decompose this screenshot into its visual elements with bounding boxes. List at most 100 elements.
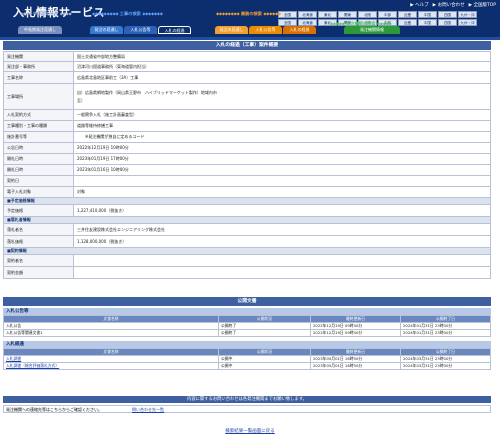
progress-documents-table: 文書名称 公開状況 最終更新日 公開終了日 入札調書 公開中 2023年05月0…	[3, 348, 491, 370]
column-header: 最終更新日	[310, 315, 401, 323]
region-btn[interactable]: 中国	[418, 11, 437, 18]
group-label: ■予定価格情報	[3, 197, 491, 205]
document-updated: 2023年05月01日 16時50分	[310, 355, 401, 363]
document-updated: 2022年12月19日 09時40分	[310, 329, 401, 337]
row-value: 自）広島県網地製作（岡山県玉野市 ハイブリッドマーケット製作）地域内市 至）	[73, 83, 491, 110]
document-end: 2024年03月31日 23時00分	[400, 355, 491, 363]
row-label: 施計番号等	[3, 131, 74, 143]
document-end: 2024年03月31日 23時00分	[400, 362, 491, 370]
table-row: 公告日時 2022年12月19日 10時00分	[3, 142, 491, 154]
table-row: 電子入札対象 対象	[3, 186, 491, 198]
group-header-winner: ■落札者情報	[3, 216, 491, 224]
table-row: 工事名称 広島県北島地区事前工（3A）工事	[3, 71, 491, 84]
table-row: 入札契約方式 一般競争入札（施工計画審査型）	[3, 109, 491, 121]
table-row: 工事場所 自）広島県網地製作（岡山県玉野市 ハイブリッドマーケット製作）地域内市 …	[3, 83, 491, 110]
section-title: 入札の経過（工事）案件概要	[3, 41, 491, 50]
notice-subhead: 入札公告等	[3, 308, 491, 315]
document-end: 2024年01月31日 23時00分	[400, 322, 491, 330]
document-name: 入札公告等関連文書1	[3, 329, 219, 337]
table-row: 入札公告 公開終了 2022年12月19日 09時40分 2024年01月31日…	[3, 322, 491, 330]
row-label: 工事種別・工事の種類	[3, 120, 74, 132]
region-btn[interactable]: 北海道	[298, 11, 317, 18]
column-header: 公開状況	[218, 315, 311, 323]
table-row: 落札者名 三井住友建設株式会社エンジニアリング株式会社	[3, 223, 491, 236]
page: 入札情報サービス ▶ ヘルプ ▶ お問い合わせ ▶ 全国版TOP 全国 北海道 …	[0, 0, 500, 441]
document-updated: 2023年05月01日 16時50分	[310, 362, 401, 370]
contact-list-link[interactable]: 問い合わせ先一覧	[132, 406, 164, 413]
table-header-row: 文書名称 公開状況 最終更新日 公開終了日	[3, 315, 491, 323]
document-link[interactable]: 入札調書（総合評価落札方式）	[6, 363, 59, 368]
tab-construction-notice[interactable]: 入札公告等	[124, 26, 157, 34]
row-value: 三井住友建設株式会社エンジニアリング株式会社	[73, 223, 491, 236]
document-name[interactable]: 入札調書	[3, 355, 219, 363]
region-btn[interactable]: 北陸	[358, 11, 377, 18]
tab-service-progress[interactable]: 入札の経過	[283, 26, 316, 34]
notice-documents-table: 文書名称 公開状況 最終更新日 公開終了日 入札公告 公開終了 2022年12月…	[3, 315, 491, 337]
row-value: 一般競争入札（施工計画審査型）	[73, 109, 491, 121]
row-label: 電子入札対象	[3, 186, 74, 198]
help-link[interactable]: ▶ ヘルプ	[410, 2, 428, 8]
table-row: 入札調書（総合評価落札方式） 公開中 2023年05月01日 16時50分 20…	[3, 362, 491, 370]
column-header: 公開終了日	[400, 348, 491, 356]
header-divider	[0, 37, 500, 40]
row-value: 2023年01月19日 17時00分	[73, 153, 491, 165]
row-value: 2022年12月19日 10時00分	[73, 142, 491, 154]
document-name[interactable]: 入札調書（総合評価落札方式）	[3, 362, 219, 370]
document-end: 2024年01月31日 23時00分	[400, 329, 491, 337]
row-value: 対象	[73, 186, 491, 198]
back-to-results-link[interactable]: 検索結果一覧画面に戻る	[0, 428, 500, 434]
region-btn[interactable]: 関東	[338, 11, 357, 18]
contact-text: 発注機関への連絡先等はこちらからご確認ください。	[6, 407, 102, 412]
document-link[interactable]: 入札調書	[6, 356, 21, 361]
table-row: 発注部・事務所 沼津河川国道事務所（東海道管内担当）	[3, 61, 491, 72]
column-header: 文書名称	[3, 348, 219, 356]
region-btn[interactable]: 北海道	[298, 19, 317, 26]
row-label: 契約者名	[3, 254, 74, 267]
region-btn[interactable]: 四国	[438, 19, 457, 26]
table-row: 予定価格 1,227,410,000（税抜き）	[3, 204, 491, 217]
row-label: 落札者名	[3, 223, 74, 236]
row-label: 公告日時	[3, 142, 74, 154]
region-btn[interactable]: 九州・沖縄	[458, 11, 477, 23]
row-label: 契約金額	[3, 266, 74, 279]
region-btn[interactable]: 中部	[378, 11, 397, 18]
row-label: 予定価格	[3, 204, 74, 217]
case-overview-table: 発注機関 国土交通省中部地方整備局 発注部・事務所 沼津河川国道事務所（東海道管内担…	[3, 51, 491, 279]
progress-subhead: 入札経過	[3, 341, 491, 348]
table-row: 契約金額	[3, 266, 491, 279]
region-btn[interactable]: 四国	[438, 11, 457, 18]
site-header: 入札情報サービス ▶ ヘルプ ▶ お問い合わせ ▶ 全国版TOP 全国 北海道 …	[0, 0, 500, 37]
row-label: 工事名称	[3, 71, 74, 84]
region-btn[interactable]: 全国	[278, 19, 297, 26]
table-row: 施計番号等 ※発注機関が独自に定めるコード	[3, 131, 491, 143]
region-btn[interactable]: 九州・沖縄	[458, 19, 477, 31]
construction-region-row: 全国 北海道 東北 関東 北陸 中部 近畿 中国 四国 九州・沖縄	[278, 11, 477, 23]
group-label: ■契約情報	[3, 247, 491, 255]
tab-construction-progress[interactable]: 入札の経過	[158, 26, 191, 34]
national-top-link[interactable]: ▶ 全国版TOP	[469, 2, 496, 8]
tab-construction-outlook[interactable]: 発注の見通し	[90, 26, 123, 34]
row-label: 開札日時	[3, 164, 74, 176]
document-updated: 2022年12月19日 09時40分	[310, 322, 401, 330]
table-row: 入札公告等関連文書1 公開終了 2022年12月19日 09時40分 2024年…	[3, 329, 491, 337]
column-header: 公開状況	[218, 348, 311, 356]
tab-service-notice[interactable]: 入札公告等	[249, 26, 282, 34]
document-status: 公開中	[218, 355, 311, 363]
column-header: 文書名称	[3, 315, 219, 323]
region-btn[interactable]: 東北	[318, 11, 337, 18]
tab-longterm-outlook[interactable]: 中長期発注見通し	[18, 26, 62, 34]
region-btn[interactable]: 近畿	[398, 11, 417, 18]
contact-title: 内容に関するお問い合わせは各発注機関までお願い致します。	[3, 396, 491, 403]
table-row: 落札価格 1,128,000,000（税抜き）	[3, 235, 491, 248]
tab-agency-info[interactable]: 発注機関情報	[344, 26, 400, 34]
contact-link[interactable]: ▶ お問い合わせ	[433, 2, 465, 8]
group-header-price: ■予定価格情報	[3, 197, 491, 205]
region-btn[interactable]: 近畿	[398, 19, 417, 26]
region-btn[interactable]: 中国	[418, 19, 437, 26]
group-header-contract: ■契約情報	[3, 247, 491, 255]
column-header: 公開終了日	[400, 315, 491, 323]
row-label: 入札契約方式	[3, 109, 74, 121]
group-label: ■落札者情報	[3, 216, 491, 224]
tab-service-outlook[interactable]: 発注の見通し	[215, 26, 248, 34]
row-value: 沼津河川国道事務所（東海道管内担当）	[73, 61, 491, 72]
